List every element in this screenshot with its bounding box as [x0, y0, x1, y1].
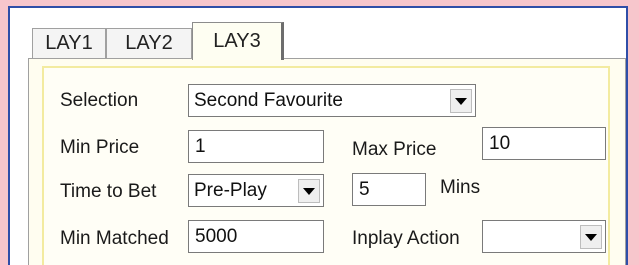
tab-lay2[interactable]: LAY2 [106, 28, 192, 58]
selection-dropdown[interactable]: Second Favourite [188, 84, 476, 117]
chevron-down-icon [585, 233, 597, 241]
max-price-label: Max Price [352, 139, 437, 160]
mins-label: Mins [440, 177, 481, 198]
tab-lay1[interactable]: LAY1 [32, 28, 106, 58]
inplay-action-dropdown-button[interactable] [580, 225, 602, 249]
selection-label: Selection [60, 90, 139, 111]
tab-label: LAY3 [213, 30, 261, 52]
time-to-bet-dropdown-button[interactable] [298, 179, 320, 203]
mins-input[interactable]: 5 [352, 173, 426, 206]
selection-value: Second Favourite [194, 90, 343, 111]
inplay-action-label: Inplay Action [352, 228, 460, 249]
tab-strip: LAY1 LAY2 LAY3 [20, 22, 620, 60]
tab-lay3[interactable]: LAY3 [192, 22, 284, 60]
selection-dropdown-button[interactable] [450, 89, 472, 113]
min-price-input[interactable]: 1 [188, 130, 324, 163]
min-matched-input[interactable]: 5000 [188, 220, 324, 253]
tab-label: LAY1 [45, 32, 93, 54]
tab-label: LAY2 [125, 32, 173, 54]
min-price-label: Min Price [60, 137, 140, 158]
time-to-bet-dropdown[interactable]: Pre-Play [188, 174, 324, 207]
chevron-down-icon [303, 187, 315, 195]
min-matched-label: Min Matched [60, 228, 169, 249]
max-price-input[interactable]: 10 [482, 127, 606, 160]
time-to-bet-label: Time to Bet [60, 181, 157, 202]
chevron-down-icon [455, 97, 467, 105]
time-to-bet-value: Pre-Play [194, 180, 267, 201]
inplay-action-dropdown[interactable] [482, 220, 606, 253]
